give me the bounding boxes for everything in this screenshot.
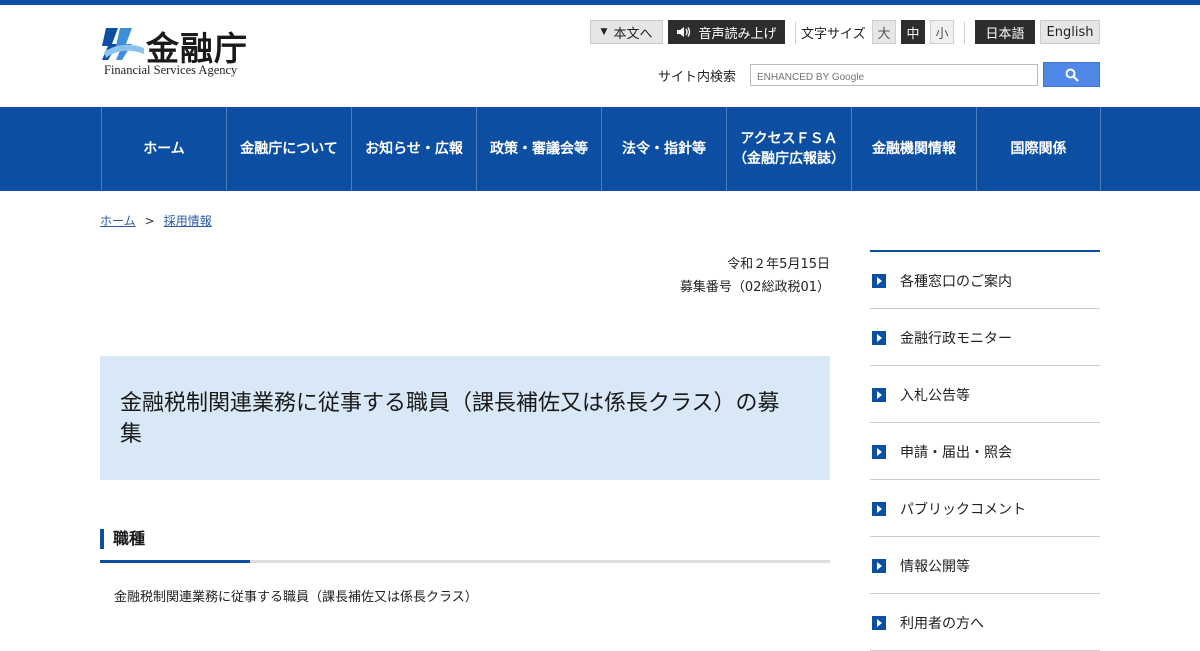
global-navigation: ホーム 金融庁について お知らせ・広報 政策・審議会等 法令・指針等 アクセスＦ… xyxy=(0,107,1200,191)
site-search-label: サイト内検索 xyxy=(658,70,737,85)
publish-date: 令和２年5月15日 xyxy=(727,257,830,272)
arrow-right-icon xyxy=(872,502,886,516)
nav-label: 法令・指針等 xyxy=(622,140,706,157)
nav-label: 金融機関情報 xyxy=(872,140,956,157)
nav-item-news[interactable]: お知らせ・広報 xyxy=(351,107,476,191)
nav-label: ホーム xyxy=(143,140,185,157)
nav-item-laws[interactable]: 法令・指針等 xyxy=(601,107,726,191)
side-menu-label: 金融行政モニター xyxy=(900,331,1012,347)
side-menu-label: 入札公告等 xyxy=(900,388,970,404)
page-title: 金融税制関連業務に従事する職員（課長補佐又は係長クラス）の募集 xyxy=(120,391,780,447)
nav-item-institutions[interactable]: 金融機関情報 xyxy=(851,107,976,191)
divider xyxy=(964,22,965,44)
nav-label: 国際関係 xyxy=(1010,140,1067,157)
nav-item-home[interactable]: ホーム xyxy=(101,107,226,191)
read-aloud-button[interactable]: 音声読み上げ xyxy=(668,20,785,44)
language-english-button[interactable]: English xyxy=(1040,20,1100,44)
arrow-right-icon xyxy=(872,388,886,402)
site-search-box xyxy=(750,64,1038,88)
side-menu: 各種窓口のご案内 金融行政モニター 入札公告等 申請・届出・照会 パブリックコメ… xyxy=(870,250,1100,651)
side-menu-item-disclosure[interactable]: 情報公開等 xyxy=(870,537,1100,594)
caret-down-icon: ▼ xyxy=(600,27,608,37)
speaker-icon xyxy=(677,27,691,37)
search-button[interactable] xyxy=(1043,62,1100,87)
nav-label: 政策・審議会等 xyxy=(490,140,588,157)
side-menu-label: 各種窓口のご案内 xyxy=(900,274,1012,290)
side-menu-label: 申請・届出・照会 xyxy=(900,445,1012,461)
page-title-box: 金融税制関連業務に従事する職員（課長補佐又は係長クラス）の募集 xyxy=(100,356,830,480)
breadcrumb: ホーム > 採用情報 xyxy=(100,212,212,229)
nav-label: お知らせ・広報 xyxy=(365,140,463,157)
arrow-right-icon xyxy=(872,559,886,573)
arrow-right-icon xyxy=(872,331,886,345)
skip-to-content-label: 本文へ xyxy=(613,26,653,42)
nav-item-international[interactable]: 国際関係 xyxy=(976,107,1101,191)
nav-item-policy[interactable]: 政策・審議会等 xyxy=(476,107,601,191)
side-menu-item-applications[interactable]: 申請・届出・照会 xyxy=(870,423,1100,480)
arrow-right-icon xyxy=(872,445,886,459)
recruitment-number: 募集番号（02総政税01） xyxy=(679,280,830,295)
font-size-small-button[interactable]: 小 xyxy=(930,20,954,44)
section-heading: 職種 xyxy=(100,529,145,549)
side-menu-label: 利用者の方へ xyxy=(900,616,984,632)
fsa-logo-icon xyxy=(102,28,144,60)
side-menu-item-contact[interactable]: 各種窓口のご案内 xyxy=(870,252,1100,309)
nav-item-about[interactable]: 金融庁について xyxy=(226,107,351,191)
font-size-large-button[interactable]: 大 xyxy=(872,20,896,44)
section-divider-accent xyxy=(100,560,250,563)
search-icon xyxy=(1065,68,1079,82)
side-menu-item-public-comment[interactable]: パブリックコメント xyxy=(870,480,1100,537)
side-menu-label: 情報公開等 xyxy=(900,559,970,575)
nav-item-access-fsa[interactable]: アクセスＦＳＡ （金融庁広報誌） xyxy=(726,107,851,191)
breadcrumb-home-link[interactable]: ホーム xyxy=(100,214,136,228)
side-menu-item-monitor[interactable]: 金融行政モニター xyxy=(870,309,1100,366)
side-menu-item-users[interactable]: 利用者の方へ xyxy=(870,594,1100,651)
nav-sublabel: （金融庁広報誌） xyxy=(733,151,845,167)
read-aloud-label: 音声読み上げ xyxy=(698,26,777,42)
divider xyxy=(795,22,796,44)
font-size-label: 文字サイズ xyxy=(801,27,866,42)
skip-to-content-button[interactable]: ▼ 本文へ xyxy=(590,20,663,44)
language-japanese-button[interactable]: 日本語 xyxy=(975,20,1035,44)
font-size-medium-button[interactable]: 中 xyxy=(901,20,925,44)
side-menu-label: パブリックコメント xyxy=(900,502,1026,518)
nav-label: アクセスＦＳＡ xyxy=(740,130,838,147)
search-input[interactable] xyxy=(751,67,1037,88)
logo-subtitle: Financial Services Agency xyxy=(104,63,238,77)
arrow-right-icon xyxy=(872,616,886,630)
breadcrumb-separator: > xyxy=(144,214,155,228)
breadcrumb-current-link[interactable]: 採用情報 xyxy=(164,214,212,228)
site-logo[interactable]: 金融庁 Financial Services Agency xyxy=(102,24,262,80)
top-accent-bar xyxy=(0,0,1200,5)
section-body-text: 金融税制関連業務に従事する職員（課長補佐又は係長クラス） xyxy=(114,590,478,605)
arrow-right-icon xyxy=(872,274,886,288)
nav-label: 金融庁について xyxy=(240,140,338,157)
side-menu-item-bidding[interactable]: 入札公告等 xyxy=(870,366,1100,423)
